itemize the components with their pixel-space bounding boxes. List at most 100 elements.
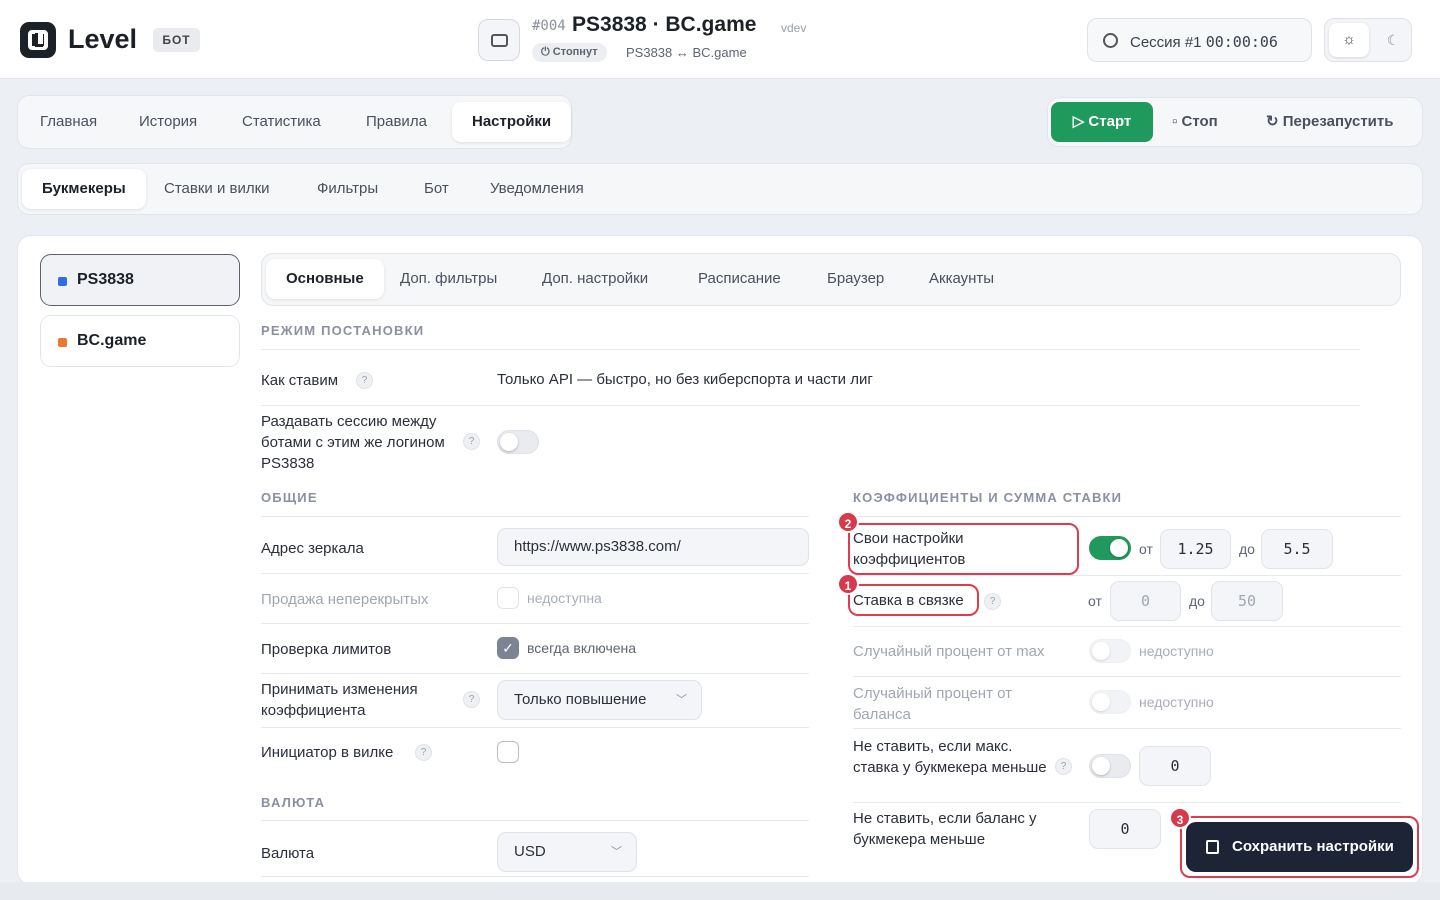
bundle-min[interactable]: 0 <box>1110 581 1181 621</box>
save-button-label: Сохранить настройки <box>1232 838 1394 855</box>
divider <box>853 626 1401 627</box>
bktab-main[interactable]: Основные <box>266 259 384 299</box>
tab-home[interactable]: Главная <box>20 102 117 142</box>
divider <box>853 575 1401 576</box>
bktab-accounts[interactable]: Аккаунты <box>909 259 1014 299</box>
save-icon <box>1206 840 1219 854</box>
subtab-notifications[interactable]: Уведомления <box>470 169 604 209</box>
min-maxbet-label: Не ставить, если макс. ставка у букмекер… <box>853 738 1047 776</box>
initiator-checkbox[interactable] <box>497 741 519 763</box>
bookmaker-color-dot <box>58 338 67 347</box>
chevron-down-icon: ﹀ <box>611 846 622 858</box>
pair-label: PS3838 ↔ BC.game <box>626 45 747 60</box>
bundle-to-label: до <box>1189 593 1205 609</box>
odds-change-select[interactable]: Только повышение ﹀ <box>497 680 702 720</box>
bookmaker-name: PS3838 <box>77 271 134 288</box>
tab-stats[interactable]: Статистика <box>222 102 341 142</box>
divider <box>853 516 1401 517</box>
robot-icon[interactable] <box>478 19 520 61</box>
unmatched-checkbox[interactable] <box>497 587 519 609</box>
min-maxbet-toggle[interactable] <box>1089 754 1131 778</box>
random-balance-value: недоступно <box>1139 694 1214 710</box>
how-label: Как ставим <box>261 372 339 389</box>
divider <box>261 623 809 624</box>
sun-icon[interactable]: ☼ <box>1329 23 1369 57</box>
marker-3: 3 <box>1169 807 1191 829</box>
bundle-max[interactable]: 50 <box>1211 581 1283 621</box>
section-general-title: ОБЩИЕ <box>261 490 318 505</box>
status-badge: ⏻ Стопнут <box>532 43 607 62</box>
random-balance-toggle[interactable] <box>1089 690 1131 714</box>
random-max-value: недоступно <box>1139 643 1214 659</box>
help-icon[interactable]: ? <box>463 691 480 708</box>
footer-strip <box>0 882 1440 900</box>
session-timer: 00:00:06 <box>1205 33 1278 51</box>
currency-select[interactable]: USD ﹀ <box>497 832 637 872</box>
bookmaker-bcgame[interactable]: BC.game <box>40 315 240 367</box>
divider <box>261 405 1360 406</box>
limits-checkbox[interactable]: ✓ <box>497 637 519 659</box>
highlight-box <box>848 523 1079 575</box>
subtab-filters[interactable]: Фильтры <box>297 169 398 209</box>
bktab-extra-filters[interactable]: Доп. фильтры <box>380 259 517 299</box>
min-maxbet-input[interactable]: 0 <box>1139 746 1211 786</box>
marker-2: 2 <box>837 511 859 533</box>
subtab-bets[interactable]: Ставки и вилки <box>144 169 290 209</box>
odds-change-value: Только повышение <box>514 691 647 708</box>
divider <box>853 728 1401 729</box>
custom-odds-min[interactable]: 1.25 <box>1160 529 1231 569</box>
currency-value: USD <box>514 843 546 860</box>
moon-icon[interactable]: ☾ <box>1377 23 1409 57</box>
share-session-toggle[interactable] <box>497 430 539 454</box>
divider <box>261 876 809 877</box>
marker-1: 1 <box>837 573 859 595</box>
brand-name: Level <box>68 24 138 54</box>
start-button[interactable]: ▷ Старт <box>1051 102 1153 142</box>
odds-change-label: Принимать изменения коэффициента <box>261 681 418 719</box>
section-mode-title: РЕЖИМ ПОСТАНОВКИ <box>261 323 425 338</box>
subtab-bot[interactable]: Бот <box>404 169 469 209</box>
bookmaker-ps3838[interactable]: PS3838 <box>40 254 240 306</box>
custom-odds-max[interactable]: 5.5 <box>1261 529 1333 569</box>
divider <box>261 573 809 574</box>
theme-switch[interactable]: ☼ ☾ <box>1324 18 1412 62</box>
unmatched-label: Продажа неперекрытых <box>261 591 429 608</box>
subtab-bookmakers[interactable]: Букмекеры <box>22 169 146 209</box>
tab-settings[interactable]: Настройки <box>452 102 572 142</box>
save-settings-button[interactable]: Сохранить настройки <box>1186 822 1413 872</box>
initiator-label: Инициатор в вилке <box>261 744 394 761</box>
stop-button[interactable]: ▫ Стоп <box>1172 102 1218 142</box>
random-max-toggle[interactable] <box>1089 639 1131 663</box>
custom-odds-toggle[interactable] <box>1089 536 1131 560</box>
bktab-schedule[interactable]: Расписание <box>678 259 801 299</box>
bot-controls: ▷ Старт ▫ Стоп ↻ Перезапустить <box>1047 97 1423 147</box>
odds-from-label: от <box>1139 541 1153 557</box>
help-icon[interactable]: ? <box>356 372 373 389</box>
env-label: vdev <box>781 21 807 35</box>
help-icon[interactable]: ? <box>1055 758 1072 775</box>
help-icon[interactable]: ? <box>984 593 1001 610</box>
divider <box>261 727 809 728</box>
tab-history[interactable]: История <box>119 102 217 142</box>
section-odds-title: КОЭФФИЦИЕНТЫ И СУММА СТАВКИ <box>853 490 1123 505</box>
bookmaker-color-dot <box>58 277 67 286</box>
bktab-extra-settings[interactable]: Доп. настройки <box>522 259 668 299</box>
limits-value: всегда включена <box>527 640 637 656</box>
bktab-browser[interactable]: Браузер <box>807 259 904 299</box>
tab-rules[interactable]: Правила <box>346 102 447 142</box>
limits-label: Проверка лимитов <box>261 641 392 658</box>
help-icon[interactable]: ? <box>415 744 432 761</box>
currency-label: Валюта <box>261 845 315 862</box>
level-logo-icon <box>20 22 56 58</box>
odds-to-label: до <box>1239 541 1255 557</box>
bookmaker-name: BC.game <box>77 332 147 349</box>
divider <box>853 676 1401 677</box>
min-balance-input[interactable]: 0 <box>1089 809 1161 849</box>
random-balance-label: Случайный процент от баланса <box>853 685 1013 723</box>
bookmaker-tabs: Основные Доп. фильтры Доп. настройки Рас… <box>261 253 1401 306</box>
settings-subtabs: Букмекеры Ставки и вилки Фильтры Бот Уве… <box>17 163 1423 215</box>
help-icon[interactable]: ? <box>463 433 480 450</box>
unmatched-value: недоступна <box>527 590 602 606</box>
restart-button[interactable]: ↻ Перезапустить <box>1266 102 1393 142</box>
mirror-input[interactable]: https://www.ps3838.com/ <box>497 528 809 566</box>
